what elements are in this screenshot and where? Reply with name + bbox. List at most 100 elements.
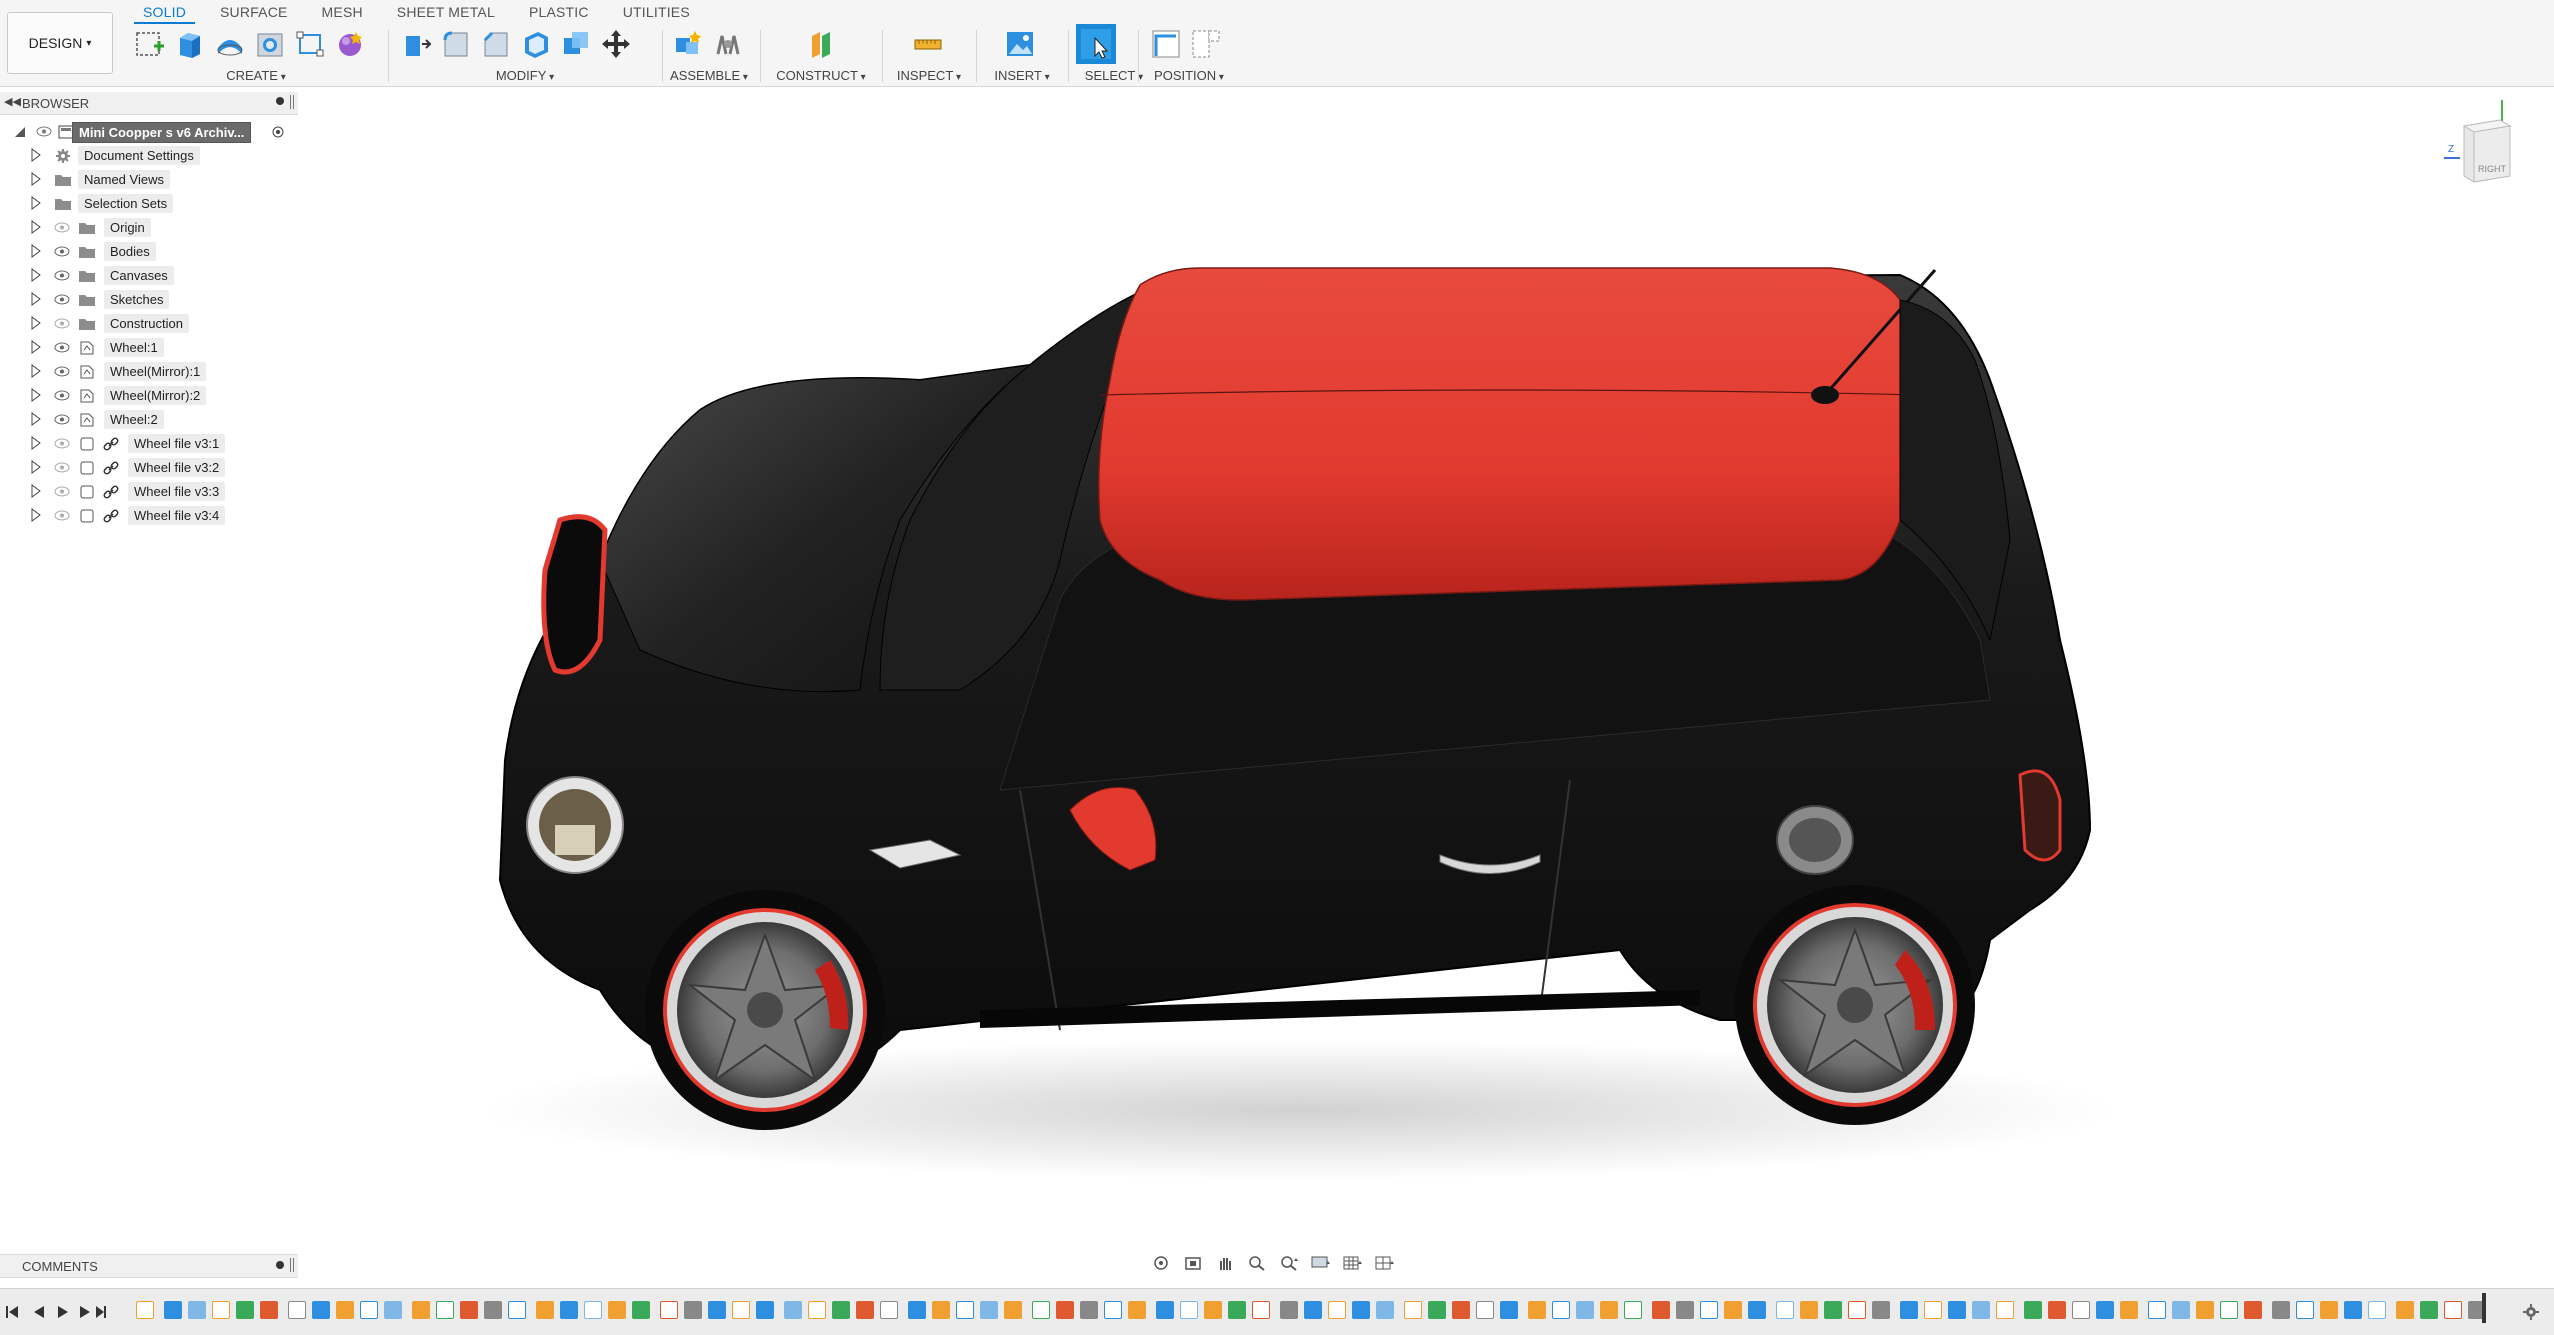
sketch-feature-icon[interactable] (412, 1301, 430, 1319)
chamfer-icon[interactable] (480, 28, 512, 60)
visibility-eye-icon[interactable] (54, 462, 70, 473)
collapse-panel-icon[interactable]: ◀◀ (4, 95, 21, 108)
sketch-feature-icon[interactable] (1204, 1301, 1222, 1319)
position-group-label[interactable]: POSITION (1144, 68, 1234, 83)
sketch-feature-icon[interactable] (2120, 1301, 2138, 1319)
zoom-icon[interactable] (1246, 1254, 1268, 1272)
visibility-eye-icon[interactable] (54, 414, 70, 425)
component-feature-icon[interactable] (2444, 1301, 2462, 1319)
sketch-feature-icon[interactable] (2196, 1301, 2214, 1319)
extrude-feature-icon[interactable] (164, 1301, 182, 1319)
extrude-feature-icon[interactable] (708, 1301, 726, 1319)
collapsed-triangle-icon[interactable] (31, 220, 41, 234)
tree-item[interactable]: Wheel:2 (0, 409, 298, 431)
tree-item[interactable]: Bodies (0, 241, 298, 263)
extrude-feature-icon[interactable] (508, 1301, 526, 1319)
workspace-switcher-button[interactable]: DESIGN ▾ (7, 12, 113, 74)
collapsed-triangle-icon[interactable] (31, 268, 41, 282)
create-group-label[interactable]: CREATE (130, 68, 382, 83)
sketch-feature-icon[interactable] (336, 1301, 354, 1319)
revert-position-icon[interactable] (1190, 28, 1222, 60)
visibility-eye-icon[interactable] (54, 222, 70, 233)
component-feature-icon[interactable] (1252, 1301, 1270, 1319)
tree-item[interactable]: Named Views (0, 169, 298, 191)
plane-feature-icon[interactable] (632, 1301, 650, 1319)
tree-item[interactable]: Origin (0, 217, 298, 239)
tab-sheet-metal[interactable]: SHEET METAL (380, 0, 512, 22)
combine-icon[interactable] (560, 28, 592, 60)
visibility-eye-icon[interactable] (54, 318, 70, 329)
select-icon[interactable] (1076, 24, 1116, 64)
tree-item[interactable]: Wheel file v3:3 (0, 481, 298, 503)
root-document-label[interactable]: Mini Coopper s v6 Archiv... (72, 122, 252, 143)
pan-hand-icon[interactable] (1214, 1254, 1236, 1272)
component-feature-icon[interactable] (660, 1301, 678, 1319)
sketch-feature-icon[interactable] (2396, 1301, 2414, 1319)
sketch-feature-icon[interactable] (608, 1301, 626, 1319)
sketch-feature-icon[interactable] (1724, 1301, 1742, 1319)
extrude-feature-icon[interactable] (1552, 1301, 1570, 1319)
tree-item[interactable]: Canvases (0, 265, 298, 287)
plane-feature-icon[interactable] (832, 1301, 850, 1319)
insert-group-label[interactable]: INSERT (980, 68, 1064, 83)
tree-item[interactable]: Wheel(Mirror):1 (0, 361, 298, 383)
sketch-feature-icon[interactable] (1128, 1301, 1146, 1319)
component-feature-icon[interactable] (1848, 1301, 1866, 1319)
extrude-feature-icon[interactable] (1900, 1301, 1918, 1319)
joint-feature-icon[interactable] (1476, 1301, 1494, 1319)
component-feature-icon[interactable] (1056, 1301, 1074, 1319)
tab-plastic[interactable]: PLASTIC (512, 0, 606, 22)
body-feature-icon[interactable] (384, 1301, 402, 1319)
plane-feature-icon[interactable] (236, 1301, 254, 1319)
extrude-icon[interactable] (174, 28, 206, 60)
expanded-triangle-icon[interactable] (14, 126, 26, 138)
component-feature-icon[interactable] (1652, 1301, 1670, 1319)
collapsed-triangle-icon[interactable] (31, 340, 41, 354)
new-component-icon[interactable] (672, 28, 704, 60)
extrude-feature-icon[interactable] (1700, 1301, 1718, 1319)
move-icon[interactable] (600, 28, 632, 60)
visibility-eye-icon[interactable] (54, 294, 70, 305)
tab-surface[interactable]: SURFACE (203, 0, 305, 22)
pin-icon[interactable] (276, 97, 284, 105)
component-feature-icon[interactable] (260, 1301, 278, 1319)
extrude-feature-icon[interactable] (2096, 1301, 2114, 1319)
plane-feature-icon[interactable] (2220, 1301, 2238, 1319)
assemble-group-label[interactable]: ASSEMBLE (666, 68, 752, 83)
sketch-feature-icon[interactable] (1328, 1301, 1346, 1319)
visibility-eye-icon[interactable] (54, 390, 70, 401)
collapsed-triangle-icon[interactable] (31, 412, 41, 426)
offset-plane-icon[interactable] (806, 28, 838, 60)
joint-feature-icon[interactable] (684, 1301, 702, 1319)
extrude-feature-icon[interactable] (756, 1301, 774, 1319)
joint-feature-icon[interactable] (880, 1301, 898, 1319)
tree-item[interactable]: Wheel file v3:2 (0, 457, 298, 479)
collapsed-triangle-icon[interactable] (31, 172, 41, 186)
sketch-feature-icon[interactable] (1996, 1301, 2014, 1319)
extrude-feature-icon[interactable] (1104, 1301, 1122, 1319)
collapsed-triangle-icon[interactable] (31, 364, 41, 378)
panel-divider-icon[interactable] (290, 1258, 294, 1272)
shell-icon[interactable] (520, 28, 552, 60)
display-settings-icon[interactable] (1310, 1254, 1332, 1272)
body-feature-icon[interactable] (1376, 1301, 1394, 1319)
body-feature-icon[interactable] (1972, 1301, 1990, 1319)
go-to-start-icon[interactable] (6, 1306, 18, 1318)
joint-feature-icon[interactable] (2272, 1301, 2290, 1319)
view-cube[interactable]: RIGHT Z (2440, 96, 2520, 196)
panel-divider-icon[interactable] (290, 95, 294, 109)
timeline-marker[interactable] (2482, 1293, 2486, 1323)
plane-feature-icon[interactable] (436, 1301, 454, 1319)
revolve-icon[interactable] (214, 28, 246, 60)
plane-feature-icon[interactable] (1032, 1301, 1050, 1319)
inspect-group-label[interactable]: INSPECT (888, 68, 970, 83)
component-feature-icon[interactable] (460, 1301, 478, 1319)
plane-feature-icon[interactable] (1624, 1301, 1642, 1319)
extrude-feature-icon[interactable] (1500, 1301, 1518, 1319)
plane-feature-icon[interactable] (2420, 1301, 2438, 1319)
joint-feature-icon[interactable] (1676, 1301, 1694, 1319)
form-icon[interactable] (334, 28, 366, 60)
create-sketch-icon[interactable] (134, 28, 166, 60)
component-feature-icon[interactable] (2048, 1301, 2066, 1319)
construct-group-label[interactable]: CONSTRUCT (766, 68, 876, 83)
